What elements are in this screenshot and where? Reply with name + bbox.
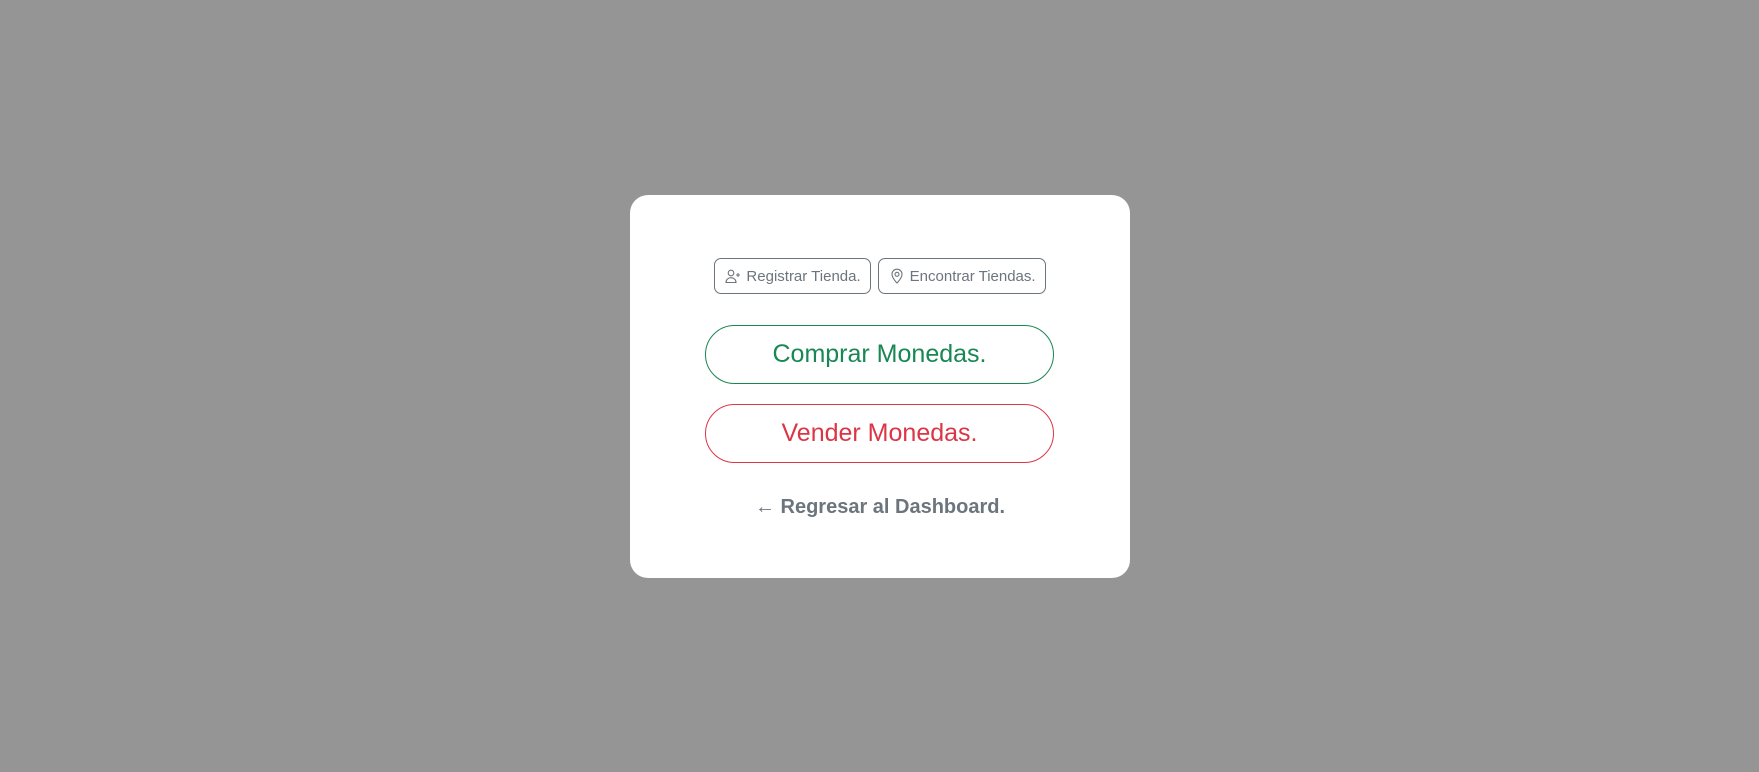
buy-coins-label: Comprar Monedas. <box>772 340 987 368</box>
map-pin-icon <box>889 268 905 284</box>
sell-coins-label: Vender Monedas. <box>781 419 978 447</box>
sell-coins-button[interactable]: Vender Monedas. <box>705 404 1054 463</box>
find-stores-button[interactable]: Encontrar Tiendas. <box>877 258 1046 294</box>
quick-actions: Registrar Tienda. Encontrar Tiendas. <box>630 258 1130 294</box>
buy-coins-button[interactable]: Comprar Monedas. <box>705 325 1054 384</box>
options-modal: Registrar Tienda. Encontrar Tiendas. Com… <box>630 195 1130 578</box>
back-to-dashboard-link[interactable]: ← Regresar al Dashboard. <box>630 496 1130 519</box>
find-stores-label: Encontrar Tiendas. <box>909 267 1036 285</box>
register-store-label: Registrar Tienda. <box>746 267 861 285</box>
person-add-icon <box>725 268 741 284</box>
register-store-button[interactable]: Registrar Tienda. <box>714 258 871 294</box>
